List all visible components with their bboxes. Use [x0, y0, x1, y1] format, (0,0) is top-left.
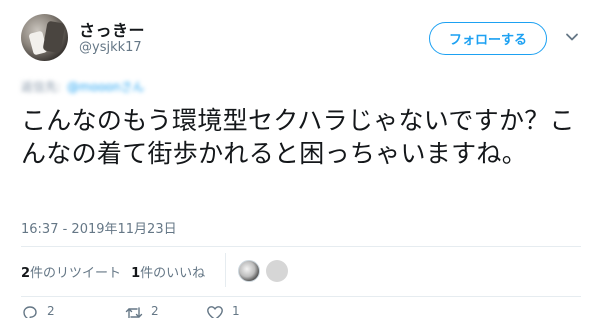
divider	[21, 296, 581, 297]
retweet-stat-link[interactable]: 2件のリツイート	[21, 262, 121, 281]
reply-icon	[23, 306, 37, 318]
like-stat-count: 1	[131, 266, 141, 281]
stats-separator	[225, 253, 226, 287]
like-icon	[207, 306, 223, 318]
display-name[interactable]: さっきー	[79, 17, 145, 41]
retweet-icon	[125, 307, 143, 318]
like-stat-label: 件のいいね	[140, 266, 206, 281]
divider	[21, 246, 581, 247]
reply-button[interactable]: 2	[21, 304, 55, 318]
user-handle[interactable]: @ysjkk17	[79, 40, 142, 55]
retweet-stat-count: 2	[21, 266, 31, 281]
tweet-actions: 2 2 1	[21, 304, 321, 318]
like-count: 1	[232, 304, 240, 318]
reply-mention-link[interactable]: @mooonさん	[67, 78, 144, 95]
avatar[interactable]	[21, 14, 68, 61]
tweet-timestamp[interactable]: 16:37 - 2019年11月23日	[21, 218, 177, 237]
follow-button[interactable]: フォローする	[429, 22, 547, 55]
tweet-text: こんなのもう環境型セクハラじゃないですか？こんなの着て街歩かれると困っちゃいます…	[21, 106, 575, 168]
reply-context: 返信先: @mooonさん	[21, 78, 144, 95]
liker-avatar[interactable]	[266, 260, 288, 282]
like-button[interactable]: 1	[206, 304, 240, 318]
retweet-stat-label: 件のリツイート	[30, 266, 122, 281]
like-stat-link[interactable]: 1件のいいね	[131, 262, 205, 281]
reply-context-prefix: 返信先:	[21, 79, 62, 94]
chevron-down-icon[interactable]	[565, 30, 579, 44]
engagement-stats: 2件のリツイート 1件のいいね	[21, 262, 205, 281]
tweet-card: さっきー @ysjkk17 フォローする 返信先: @mooonさん こんなのも…	[0, 0, 608, 318]
reply-count: 2	[47, 304, 55, 318]
liker-avatar[interactable]	[238, 260, 260, 282]
retweet-count: 2	[151, 304, 159, 318]
retweet-button[interactable]: 2	[125, 304, 159, 318]
